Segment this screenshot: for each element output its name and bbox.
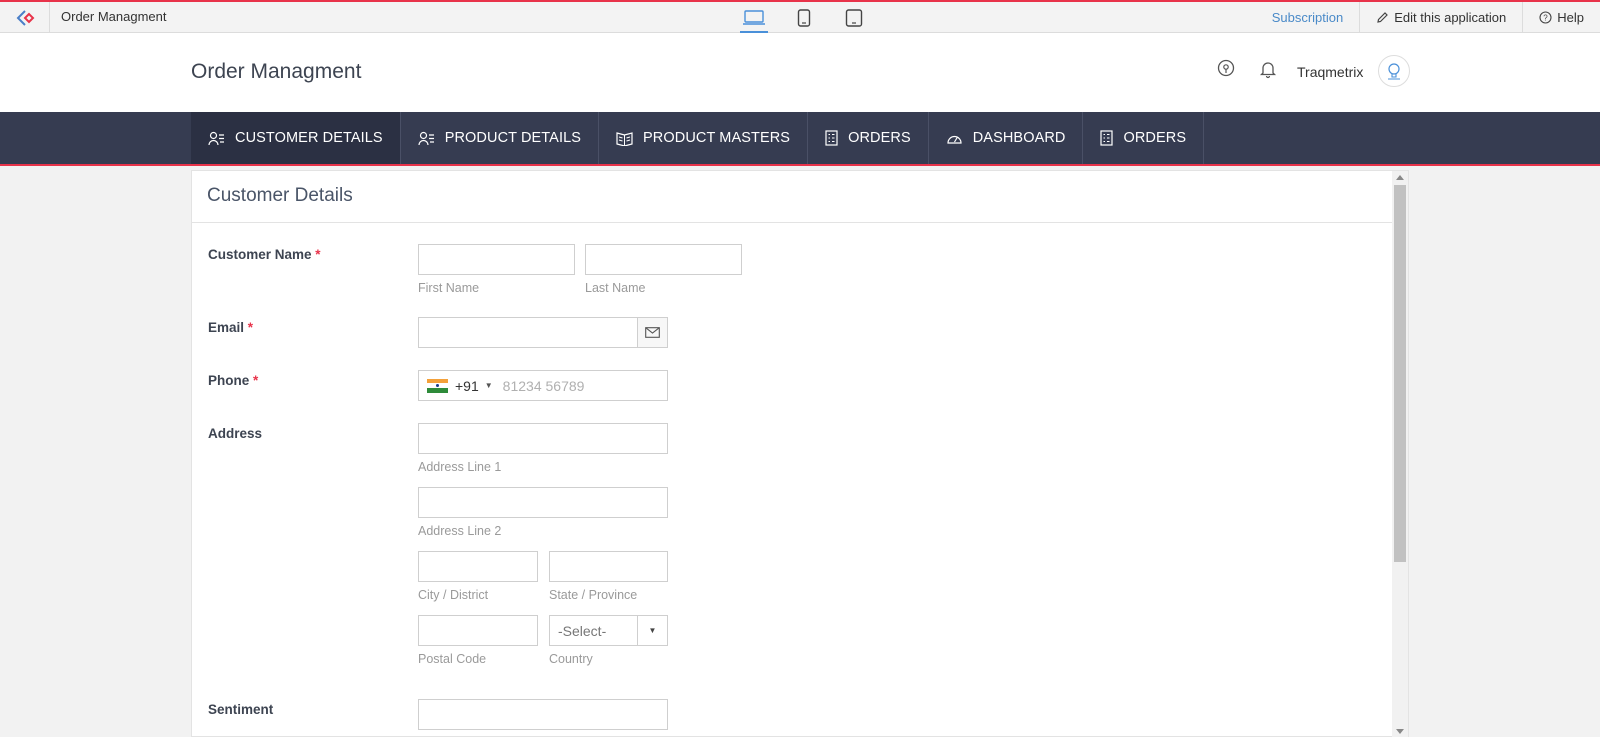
country-hint: Country (549, 652, 593, 666)
country-code[interactable]: +91 (455, 378, 479, 394)
device-preview-switcher (740, 2, 868, 33)
email-icon-button[interactable] (637, 317, 668, 348)
top-bar: Order Managment Subscription Edit this a… (0, 0, 1600, 33)
country-select[interactable]: -Select- ▼ (549, 615, 668, 646)
phone-icon (797, 8, 811, 27)
last-name-input[interactable] (585, 244, 742, 275)
sentiment-input[interactable] (418, 699, 668, 730)
tablet-view-button[interactable] (840, 2, 868, 33)
first-name-hint: First Name (418, 281, 480, 295)
first-name-input[interactable] (418, 244, 575, 275)
customer-name-text: Customer Name (208, 247, 312, 262)
india-flag-icon[interactable] (427, 378, 448, 393)
app-name: Order Managment (61, 9, 167, 24)
main-nav: CUSTOMER DETAILS PRODUCT DETAILS PRODUCT… (0, 112, 1600, 166)
select-arrow[interactable]: ▼ (637, 616, 667, 645)
user-list-icon (418, 131, 434, 145)
address-label: Address (208, 426, 263, 441)
scroll-thumb[interactable] (1394, 185, 1406, 562)
address-line2-hint: Address Line 2 (418, 524, 502, 538)
caret-down-icon[interactable]: ▼ (485, 381, 493, 390)
tab-product-masters[interactable]: PRODUCT MASTERS (599, 112, 809, 164)
tab-label: ORDERS (1123, 130, 1187, 146)
creator-logo-icon (16, 9, 34, 26)
pencil-icon (1377, 12, 1389, 23)
address-line2-input[interactable] (418, 487, 668, 518)
desktop-view-button[interactable] (740, 2, 768, 33)
form-title: Customer Details (192, 171, 1408, 223)
state-hint: State / Province (549, 588, 638, 602)
page-title: Order Managment (191, 60, 362, 83)
address-line1-hint: Address Line 1 (418, 460, 502, 474)
header-icons (1216, 59, 1278, 79)
address-line1-input[interactable] (418, 423, 668, 454)
mobile-view-button[interactable] (790, 2, 818, 33)
phone-label: Phone * (208, 373, 258, 388)
form-scrollbar[interactable] (1392, 171, 1408, 737)
scroll-down-arrow[interactable] (1396, 729, 1404, 734)
top-bar-actions: Subscription Edit this application ? Hel… (1256, 2, 1600, 33)
envelope-icon (645, 327, 660, 338)
avatar[interactable] (1378, 55, 1410, 87)
tablet-icon (845, 8, 863, 27)
caret-down-icon: ▼ (648, 626, 657, 635)
last-name-hint: Last Name (585, 281, 646, 295)
laptop-icon (743, 9, 765, 25)
tab-label: PRODUCT MASTERS (643, 130, 791, 146)
user-name[interactable]: Traqmetrix (1297, 64, 1363, 80)
required-mark: * (253, 373, 259, 388)
tab-label: DASHBOARD (972, 130, 1066, 146)
state-input[interactable] (549, 551, 668, 582)
tab-product-details[interactable]: PRODUCT DETAILS (401, 112, 600, 164)
scroll-up-arrow[interactable] (1396, 175, 1404, 180)
report-icon (1100, 130, 1114, 146)
help-circle-icon: ? (1539, 11, 1552, 24)
user-list-icon (208, 131, 224, 145)
help-label: Help (1557, 10, 1584, 25)
app-header: Order Managment Traqmetrix (0, 33, 1600, 112)
tab-label: CUSTOMER DETAILS (235, 130, 383, 146)
nav-tabs: CUSTOMER DETAILS PRODUCT DETAILS PRODUCT… (191, 112, 1205, 164)
svg-text:?: ? (1544, 14, 1549, 23)
phone-input[interactable]: 81234 56789 (503, 378, 585, 394)
tab-label: PRODUCT DETAILS (444, 130, 582, 146)
tab-orders[interactable]: ORDERS (808, 112, 929, 164)
tab-customer-details[interactable]: CUSTOMER DETAILS (191, 112, 401, 164)
bell-icon[interactable] (1258, 59, 1278, 79)
city-hint: City / District (418, 588, 489, 602)
back-to-home-button[interactable] (0, 2, 50, 33)
help-button[interactable]: ? Help (1522, 2, 1600, 33)
tab-orders-2[interactable]: ORDERS (1083, 112, 1205, 164)
email-label: Email * (208, 320, 253, 335)
subscription-link[interactable]: Subscription (1256, 2, 1360, 33)
edit-application-button[interactable]: Edit this application (1359, 2, 1522, 33)
required-mark: * (247, 320, 254, 335)
tab-dashboard[interactable]: DASHBOARD (929, 112, 1084, 164)
customer-name-label: Customer Name * (208, 247, 321, 262)
edit-application-label: Edit this application (1394, 10, 1507, 25)
postal-code-input[interactable] (418, 615, 538, 646)
tab-label: ORDERS (848, 130, 911, 146)
customer-details-form: Customer Details Customer Name * First N… (191, 170, 1409, 737)
gauge-icon (947, 135, 962, 144)
required-mark: * (315, 247, 321, 262)
email-text: Email (208, 320, 245, 335)
bulb-logo-icon (1388, 63, 1400, 80)
country-select-value: -Select- (558, 622, 607, 639)
phone-text: Phone (208, 373, 250, 388)
postal-code-hint: Postal Code (418, 652, 487, 666)
city-input[interactable] (418, 551, 538, 582)
location-pin-icon[interactable] (1216, 59, 1236, 79)
email-field[interactable] (418, 317, 638, 348)
book-icon (616, 131, 633, 146)
phone-field[interactable]: +91 ▼ 81234 56789 (418, 370, 668, 401)
sentiment-label: Sentiment (208, 702, 274, 717)
report-icon (825, 130, 838, 146)
